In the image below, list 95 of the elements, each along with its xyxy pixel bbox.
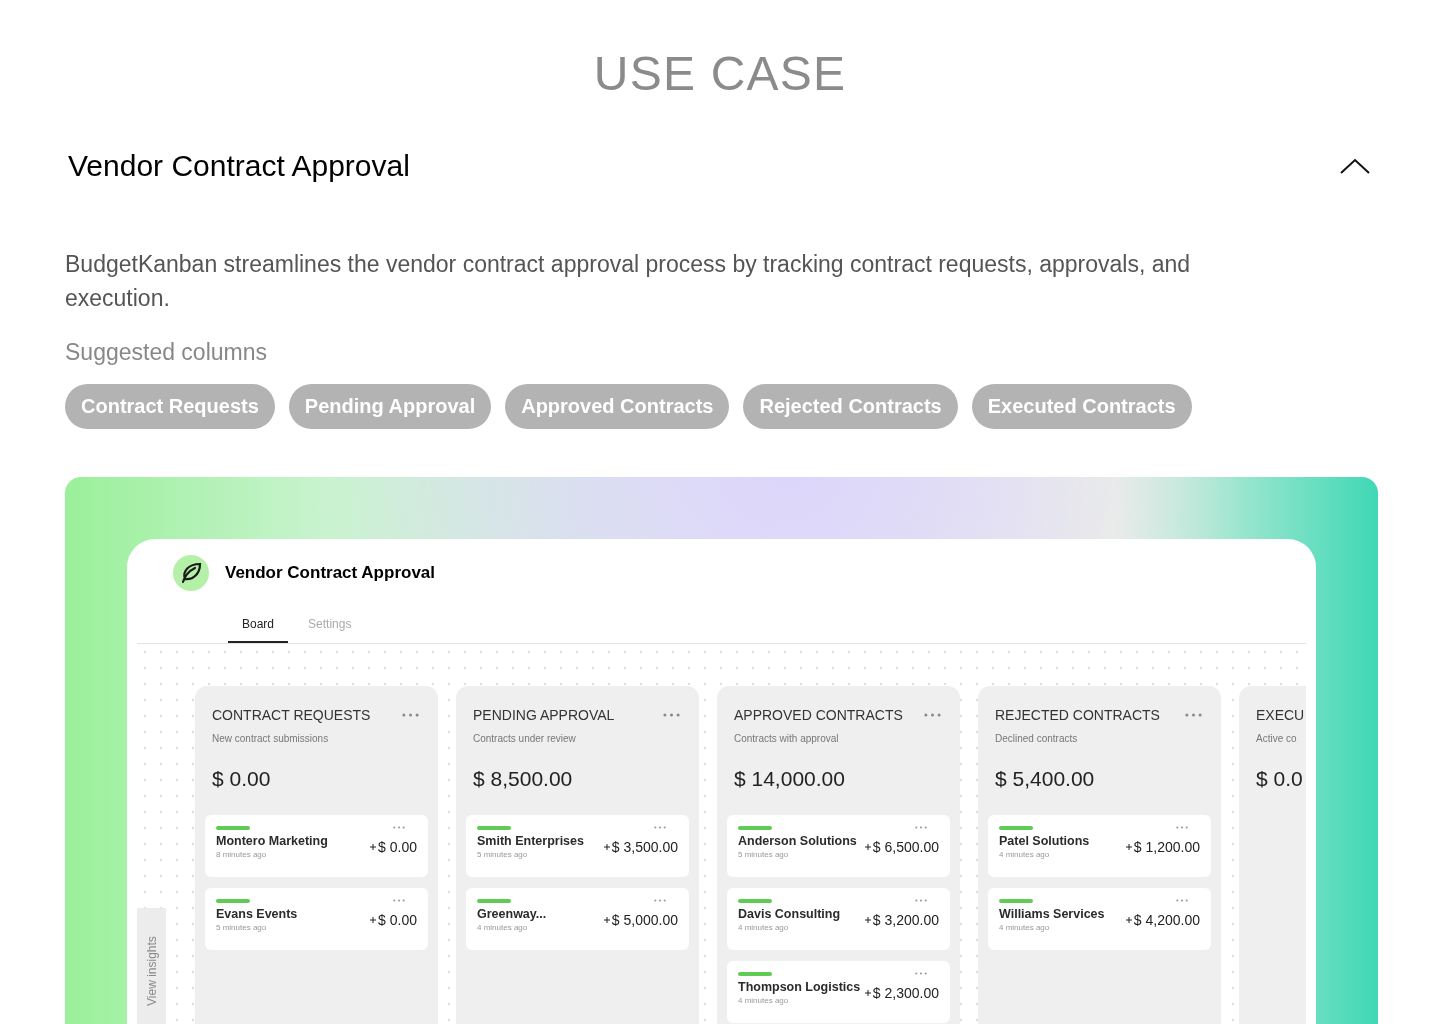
card-title: Davis Consulting <box>738 907 841 923</box>
card-title: Williams Services <box>999 907 1105 923</box>
column-subtitle: Contracts under review <box>473 731 577 746</box>
column-total: $ 5,400.00 <box>995 765 1096 792</box>
more-icon[interactable] <box>915 899 927 902</box>
column-subtitle: Declined contracts <box>995 731 1079 746</box>
deal-card[interactable]: Davis Consulting 4 minutes ago $ 3,200.00 <box>727 888 950 950</box>
status-bar <box>216 899 250 903</box>
card-time: 4 minutes ago <box>477 922 529 933</box>
column-title: PENDING APPROVAL <box>473 705 615 725</box>
app-title: Vendor Contract Approval <box>225 561 435 584</box>
deal-card[interactable]: Anderson Solutions 5 minutes ago $ 6,500.00 <box>727 815 950 877</box>
tab[interactable]: Board <box>228 614 289 643</box>
card-title: Montero Marketing <box>216 834 328 850</box>
column-subtitle: Contracts with approval <box>734 731 840 746</box>
card-title: Evans Events <box>216 907 298 923</box>
card-title: Patel Solutions <box>999 834 1090 850</box>
column-chip: Executed Contracts <box>971 383 1192 429</box>
deal-card[interactable]: Evans Events 5 minutes ago $ 0.00 <box>205 888 428 950</box>
plus-icon <box>1125 917 1132 924</box>
plus-icon <box>603 844 610 851</box>
card-time: 5 minutes ago <box>216 922 268 933</box>
status-bar <box>477 899 511 903</box>
card-title: Thompson Logistics <box>738 980 861 996</box>
accordion-title: Vendor Contract Approval <box>68 151 410 181</box>
column-total: $ 0.00 <box>212 765 272 792</box>
more-icon[interactable] <box>1176 826 1188 829</box>
plus-icon <box>370 844 377 851</box>
status-bar <box>738 826 772 830</box>
more-icon[interactable] <box>663 713 680 717</box>
card-time: 8 minutes ago <box>216 849 268 860</box>
plus-icon <box>603 917 610 924</box>
card-amount: $ 1,200.00 <box>1133 837 1200 857</box>
status-bar <box>477 826 511 830</box>
description: BudgetKanban streamlines the vendor contract approval process by tracking contract requests, approvals, and execution. <box>65 250 1192 313</box>
column-title: EXECU <box>1256 705 1305 725</box>
card-amount: $ 2,300.00 <box>872 983 939 1003</box>
plus-icon <box>1125 844 1132 851</box>
card-amount: $ 6,500.00 <box>872 837 939 857</box>
status-bar <box>216 826 250 830</box>
column-chip: Rejected Contracts <box>743 383 958 429</box>
chevron-icon[interactable] <box>1340 158 1370 174</box>
status-bar <box>738 899 772 903</box>
card-amount: $ 3,500.00 <box>611 837 678 857</box>
suggested-label: Suggested columns <box>65 338 268 367</box>
more-icon[interactable] <box>654 899 666 902</box>
more-icon[interactable] <box>393 826 405 829</box>
card-time: 4 minutes ago <box>999 849 1051 860</box>
column-title: REJECTED CONTRACTS <box>995 705 1160 725</box>
more-icon[interactable] <box>654 826 666 829</box>
card-title: Greenway... <box>477 907 547 923</box>
column-chip: Pending Approval <box>288 383 492 429</box>
card-time: 4 minutes ago <box>738 922 790 933</box>
card-time: 5 minutes ago <box>477 849 529 860</box>
status-bar <box>999 826 1033 830</box>
column-chip: Approved Contracts <box>505 383 730 429</box>
more-icon[interactable] <box>402 713 419 717</box>
deal-card[interactable]: Smith Enterprises 5 minutes ago $ 3,500.00 <box>466 815 689 877</box>
card-amount: $ 0.00 <box>378 910 417 930</box>
card-title: Smith Enterprises <box>477 834 584 850</box>
more-icon[interactable] <box>1185 713 1202 717</box>
column-subtitle: Active co <box>1256 731 1298 746</box>
section-title: USE CASE <box>593 50 847 98</box>
status-bar <box>999 899 1033 903</box>
deal-card[interactable]: Montero Marketing 8 minutes ago $ 0.00 <box>205 815 428 877</box>
card-time: 4 minutes ago <box>999 922 1051 933</box>
deal-card[interactable]: Thompson Logistics 4 minutes ago $ 2,300.00 <box>727 961 950 1023</box>
plus-icon <box>864 990 871 997</box>
card-time: 4 minutes ago <box>738 995 790 1006</box>
status-bar <box>738 972 772 976</box>
column-total: $ 14,000.00 <box>734 765 846 792</box>
plus-icon <box>864 917 871 924</box>
column-chip: Contract Requests <box>65 383 275 429</box>
leaf-logo-icon <box>173 554 209 591</box>
more-icon[interactable] <box>924 713 941 717</box>
more-icon[interactable] <box>915 972 927 975</box>
deal-card[interactable]: Greenway... 4 minutes ago $ 5,000.00 <box>466 888 689 950</box>
card-amount: $ 4,200.00 <box>1133 910 1200 930</box>
plus-icon <box>370 917 377 924</box>
column-title: APPROVED CONTRACTS <box>734 705 903 725</box>
deal-card[interactable]: Patel Solutions 4 minutes ago $ 1,200.00 <box>988 815 1211 877</box>
card-title: Anderson Solutions <box>738 834 857 850</box>
card-amount: $ 3,200.00 <box>872 910 939 930</box>
more-icon[interactable] <box>1176 899 1188 902</box>
card-amount: $ 5,000.00 <box>611 910 678 930</box>
column-title: CONTRACT REQUESTS <box>212 705 371 725</box>
column-total: $ 0.0 <box>1256 765 1304 792</box>
card-time: 5 minutes ago <box>738 849 790 860</box>
card-amount: $ 0.00 <box>378 837 417 857</box>
column-subtitle: New contract submissions <box>212 731 330 746</box>
more-icon[interactable] <box>393 899 405 902</box>
column-total: $ 8,500.00 <box>473 765 574 792</box>
plus-icon <box>864 844 871 851</box>
more-icon[interactable] <box>915 826 927 829</box>
deal-card[interactable]: Williams Services 4 minutes ago $ 4,200.00 <box>988 888 1211 950</box>
